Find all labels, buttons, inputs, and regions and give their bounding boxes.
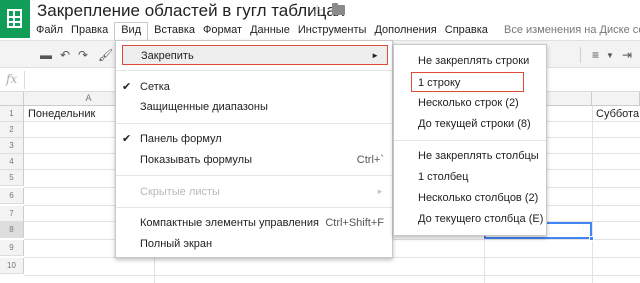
folder-icon[interactable] bbox=[332, 3, 345, 15]
submenu-arrow-icon: ► bbox=[376, 187, 384, 196]
fill-handle[interactable] bbox=[589, 236, 594, 241]
row-header[interactable]: 4 bbox=[0, 154, 24, 170]
menu-item-compact-controls[interactable]: Компактные элементы управления Ctrl+Shif… bbox=[116, 213, 392, 233]
submenu-item-freeze-to-current-column[interactable]: До текущего столбца (E) bbox=[394, 209, 546, 229]
cell-a1[interactable]: Понедельник bbox=[28, 108, 95, 120]
row-header[interactable]: 1 bbox=[0, 106, 24, 122]
menu-item-hidden-sheets: Скрытые листы ► bbox=[116, 182, 392, 202]
menu-item-label: Закрепить bbox=[141, 50, 194, 62]
view-menu-dropdown: Закрепить ► ✔ Сетка Защищенные диапазоны… bbox=[115, 40, 393, 258]
print-icon[interactable]: ▬ bbox=[40, 48, 52, 62]
menu-divider bbox=[116, 207, 392, 208]
checkmark-icon: ✔ bbox=[122, 81, 132, 93]
menu-format[interactable]: Формат bbox=[199, 22, 246, 40]
submenu-item-freeze-1-column[interactable]: 1 столбец bbox=[394, 167, 546, 187]
fx-icon: fx bbox=[6, 72, 18, 86]
row-header[interactable]: 5 bbox=[0, 170, 24, 186]
paint-format-icon[interactable]: 🖌 bbox=[98, 48, 113, 62]
menu-view[interactable]: Вид bbox=[114, 22, 149, 40]
menu-addons[interactable]: Дополнения bbox=[370, 22, 440, 40]
menu-item-protected-ranges[interactable]: Защищенные диапазоны bbox=[116, 97, 392, 117]
toolbar-divider bbox=[580, 47, 581, 63]
undo-icon[interactable]: ↶ bbox=[60, 48, 70, 62]
save-status[interactable]: Все изменения на Диске сох bbox=[504, 24, 640, 36]
cell-g1[interactable]: Суббота bbox=[596, 108, 639, 120]
row-header[interactable]: 7 bbox=[0, 206, 24, 222]
submenu-arrow-icon: ► bbox=[371, 51, 379, 60]
menu-item-label: Скрытые листы bbox=[140, 186, 220, 198]
menu-divider bbox=[116, 123, 392, 124]
menu-item-full-screen[interactable]: Полный экран bbox=[116, 234, 392, 254]
formula-bar-divider bbox=[24, 71, 25, 89]
submenu-item-freeze-2-columns[interactable]: Несколько столбцов (2) bbox=[394, 188, 546, 208]
document-title[interactable]: Закрепление областей в гугл таблицах bbox=[37, 1, 344, 21]
menu-item-label: Панель формул bbox=[140, 133, 222, 145]
menu-divider bbox=[394, 140, 546, 141]
menu-item-label: Защищенные диапазоны bbox=[140, 101, 268, 113]
menu-tools[interactable]: Инструменты bbox=[294, 22, 371, 40]
menu-divider bbox=[116, 70, 392, 71]
row-header[interactable]: 3 bbox=[0, 138, 24, 154]
menu-file[interactable]: Файл bbox=[32, 22, 67, 40]
shortcut-label: Ctrl+Shift+F bbox=[325, 217, 384, 229]
shortcut-label: Ctrl+` bbox=[356, 154, 384, 166]
star-icon[interactable]: ☆ bbox=[310, 1, 324, 21]
row-header[interactable]: 9 bbox=[0, 240, 24, 256]
submenu-item-no-frozen-columns[interactable]: Не закреплять столбцы bbox=[394, 146, 546, 166]
row-header-selected[interactable]: 8 bbox=[0, 222, 24, 238]
submenu-item-freeze-to-current-row[interactable]: До текущей строки (8) bbox=[394, 114, 546, 134]
grid-line bbox=[24, 275, 640, 276]
menu-insert[interactable]: Вставка bbox=[150, 22, 199, 40]
submenu-item-freeze-2-rows[interactable]: Несколько строк (2) bbox=[394, 93, 546, 113]
select-all-corner[interactable] bbox=[0, 92, 24, 106]
checkmark-icon: ✔ bbox=[122, 133, 132, 145]
align-icon[interactable]: ≡ bbox=[592, 48, 599, 62]
sheets-logo-icon bbox=[7, 9, 22, 28]
submenu-item-no-frozen-rows[interactable]: Не закреплять строки bbox=[394, 51, 546, 71]
menu-item-gridlines[interactable]: ✔ Сетка bbox=[116, 77, 392, 97]
menu-edit[interactable]: Правка bbox=[67, 22, 112, 40]
menu-divider bbox=[116, 175, 392, 176]
grid-line bbox=[592, 106, 593, 283]
row-header[interactable]: 6 bbox=[0, 188, 24, 204]
submenu-item-freeze-1-row[interactable]: 1 строку bbox=[411, 72, 524, 92]
menu-item-label: Компактные элементы управления bbox=[140, 217, 319, 229]
menu-data[interactable]: Данные bbox=[246, 22, 294, 40]
menu-item-label: Показывать формулы bbox=[140, 154, 252, 166]
wrap-icon[interactable]: ⇥ bbox=[622, 48, 632, 62]
row-header[interactable]: 10 bbox=[0, 258, 24, 274]
column-header[interactable] bbox=[592, 92, 640, 106]
chevron-down-icon[interactable]: ▼ bbox=[606, 51, 614, 60]
redo-icon[interactable]: ↷ bbox=[78, 48, 88, 62]
menu-item-formula-bar[interactable]: ✔ Панель формул bbox=[116, 129, 392, 149]
sheets-app-icon[interactable] bbox=[0, 0, 30, 38]
menu-help[interactable]: Справка bbox=[441, 22, 492, 40]
row-header[interactable]: 2 bbox=[0, 122, 24, 138]
menu-bar: Файл Правка Вид Вставка Формат Данные Ин… bbox=[32, 22, 492, 40]
menu-item-freeze[interactable]: Закрепить ► bbox=[122, 45, 388, 65]
menu-item-label: Полный экран bbox=[140, 238, 213, 250]
menu-item-label: Сетка bbox=[140, 81, 170, 93]
freeze-submenu: Не закреплять строки 1 строку Несколько … bbox=[393, 44, 547, 236]
menu-item-show-formulas[interactable]: Показывать формулы Ctrl+` bbox=[116, 150, 392, 170]
